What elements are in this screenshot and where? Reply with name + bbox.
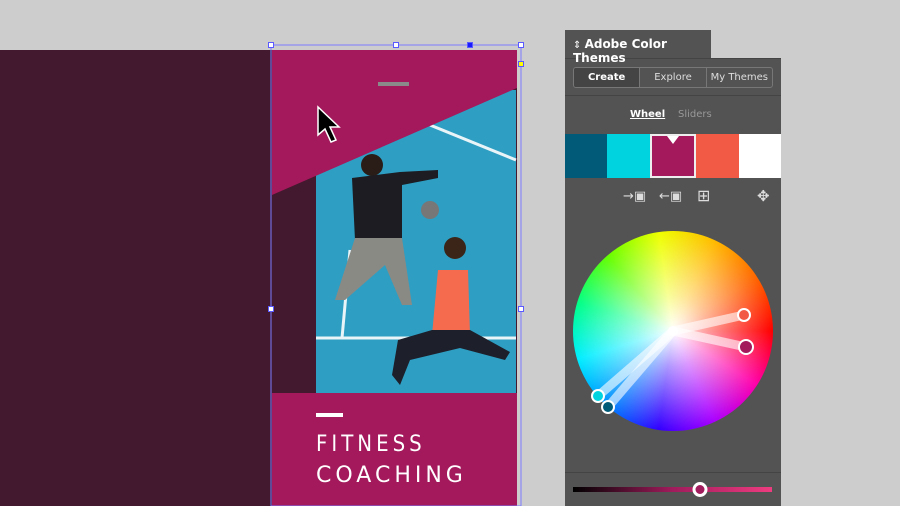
selection-handle[interactable]	[518, 306, 524, 312]
placeholder-bar	[378, 82, 409, 86]
collapse-icon[interactable]: ⇕	[573, 40, 585, 51]
poster-title-line1[interactable]: FITNESS	[316, 432, 426, 457]
tab-explore[interactable]: Explore	[640, 68, 707, 87]
brightness-slider-knob[interactable]	[692, 482, 708, 497]
swatch[interactable]	[565, 134, 608, 178]
swatch[interactable]	[738, 134, 782, 178]
swatch[interactable]	[696, 134, 739, 178]
selection-handle[interactable]	[268, 42, 274, 48]
tab-bar: Create Explore My Themes	[573, 67, 773, 88]
panel-tab[interactable]: ⇕ Adobe Color Themes	[565, 30, 711, 65]
selection-handle[interactable]	[467, 42, 473, 48]
selection-handle[interactable]	[268, 306, 274, 312]
color-wheel[interactable]	[573, 231, 773, 431]
selection-handle[interactable]	[518, 42, 524, 48]
color-rule-icon[interactable]: ✥	[757, 187, 770, 205]
mode-wheel[interactable]: Wheel	[630, 109, 665, 120]
divider	[565, 472, 781, 473]
load-from-swatches-icon[interactable]: ←▣	[659, 189, 682, 204]
tab-create[interactable]: Create	[574, 68, 641, 87]
brightness-slider[interactable]	[573, 487, 772, 492]
corner-radius-handle[interactable]	[518, 61, 524, 67]
poster-title-line2[interactable]: COACHING	[316, 463, 467, 488]
title-accent-bar	[316, 413, 343, 417]
swatch-selected[interactable]	[649, 134, 697, 178]
swatch[interactable]	[607, 134, 650, 178]
mode-sliders[interactable]: Sliders	[678, 109, 712, 120]
selection-handle[interactable]	[393, 42, 399, 48]
swatch-row	[565, 134, 782, 178]
add-grid-icon[interactable]: ⊞	[697, 186, 710, 205]
add-to-swatches-icon[interactable]: →▣	[623, 189, 646, 204]
tab-my-themes[interactable]: My Themes	[707, 68, 772, 87]
